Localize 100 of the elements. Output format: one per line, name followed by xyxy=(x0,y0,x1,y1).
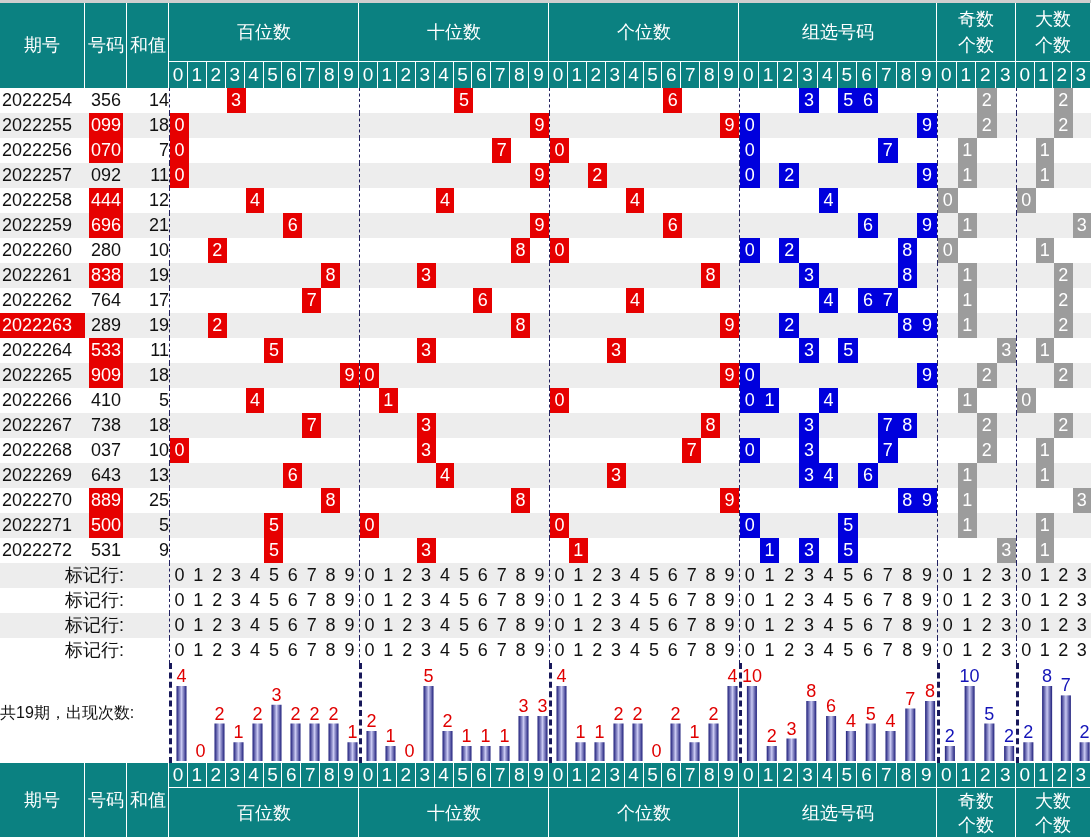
mark-digit: 2 xyxy=(212,589,223,612)
sum-cell-text: 5 xyxy=(158,514,169,537)
mark-digit: 7 xyxy=(496,639,507,662)
digit-marker: 6 xyxy=(858,88,878,113)
bar-value-label: 2 xyxy=(442,711,453,731)
mark-digit: 7 xyxy=(496,564,507,587)
bar-value-label: 1 xyxy=(385,726,396,746)
digit-header: 7 xyxy=(491,763,511,787)
mark-digit: 7 xyxy=(306,639,317,662)
digit-header: 2 xyxy=(396,763,416,787)
digit-marker: 0 xyxy=(938,238,958,263)
bar-value-label: 4 xyxy=(885,711,896,731)
digit-header: 4 xyxy=(624,763,644,787)
sum-cell-text: 11 xyxy=(149,339,169,362)
mark-digit: 8 xyxy=(325,639,336,662)
digit-marker: 0 xyxy=(360,363,379,388)
digit-marker: 1 xyxy=(957,313,977,338)
mark-digit: 9 xyxy=(344,564,355,587)
digit-marker: 5 xyxy=(838,513,859,538)
mark-digit: 5 xyxy=(843,639,854,662)
mark-digit: 8 xyxy=(705,614,716,637)
bar xyxy=(1060,695,1071,761)
digit-marker: 3 xyxy=(799,413,819,438)
mark-digit: 4 xyxy=(630,589,640,612)
mark-digit: 3 xyxy=(421,589,432,612)
mark-digit: 1 xyxy=(193,564,204,587)
bar xyxy=(613,723,624,761)
digit-header: 1 xyxy=(187,763,207,787)
digit-marker: 2 xyxy=(1054,88,1073,113)
bar-value-label: 2 xyxy=(1079,722,1090,743)
digit-marker: 3 xyxy=(799,263,819,288)
mark-digit: 1 xyxy=(573,589,584,612)
digit-marker: 7 xyxy=(877,138,898,163)
mark-digit: 1 xyxy=(1039,614,1050,637)
mark-digit: 7 xyxy=(882,564,893,587)
bar xyxy=(290,723,301,761)
digit-marker: 0 xyxy=(550,138,569,163)
digit-marker: 1 xyxy=(1035,438,1054,463)
digit-header: 3 xyxy=(225,763,245,787)
digit-marker: 2 xyxy=(1054,288,1073,313)
digit-header: 9 xyxy=(919,763,933,787)
bar xyxy=(385,746,396,761)
issue-cell-text: 2022259 xyxy=(1,214,74,237)
mark-digit: 2 xyxy=(981,614,992,637)
mark-digit: 6 xyxy=(287,614,298,637)
mark-digit: 6 xyxy=(287,564,298,587)
digit-marker: 2 xyxy=(779,163,800,188)
number-cell-text: 356 xyxy=(89,89,122,112)
digit-marker: 5 xyxy=(264,538,284,563)
digit-header: 9 xyxy=(722,62,735,87)
bar xyxy=(708,723,719,761)
digit-header: 0 xyxy=(549,763,568,787)
digit-marker: 0 xyxy=(170,138,189,163)
bar xyxy=(806,701,817,761)
mark-digit: 1 xyxy=(962,639,973,662)
digit-marker: 8 xyxy=(701,413,720,438)
bar xyxy=(366,731,377,761)
mark-digit: 3 xyxy=(803,589,814,612)
mark-digit: 5 xyxy=(458,589,469,612)
mark-digit: 0 xyxy=(744,589,755,612)
digit-marker: 2 xyxy=(1054,263,1073,288)
mark-digit: 2 xyxy=(981,639,992,662)
digit-marker: 9 xyxy=(917,488,937,513)
mark-digit: 5 xyxy=(843,589,854,612)
mark-digit: 3 xyxy=(611,639,622,662)
mark-digit: 8 xyxy=(705,589,716,612)
digit-marker: 1 xyxy=(378,388,398,413)
mark-digit: 1 xyxy=(383,564,394,587)
digit-marker: 3 xyxy=(606,338,626,363)
digit-header: 3 xyxy=(798,763,818,787)
mark-digit: 8 xyxy=(515,614,526,637)
mark-digit: 5 xyxy=(268,639,279,662)
digit-header: 0 xyxy=(169,763,188,787)
mark-digit: 2 xyxy=(1058,589,1069,612)
bar-value-label: 7 xyxy=(1060,675,1071,696)
number-cell-text: 092 xyxy=(89,164,122,187)
mark-digit: 6 xyxy=(862,589,873,612)
mark-digit: 6 xyxy=(287,639,298,662)
bar-value-label: 5 xyxy=(423,666,434,686)
bar-value-label: 1 xyxy=(461,726,472,746)
digit-header: 8 xyxy=(510,763,530,787)
digit-marker: 1 xyxy=(957,488,977,513)
mark-digit: 0 xyxy=(942,639,953,662)
mark-digit: 7 xyxy=(306,589,317,612)
mark-digit: 2 xyxy=(592,564,603,587)
digit-marker: 5 xyxy=(454,88,474,113)
mark-digit: 2 xyxy=(592,589,603,612)
bar xyxy=(575,742,586,761)
mark-digit: 0 xyxy=(174,564,185,587)
mark-digit: 1 xyxy=(383,589,394,612)
digit-marker: 0 xyxy=(550,513,569,538)
mark-digit: 1 xyxy=(962,589,973,612)
mark-digit: 6 xyxy=(287,589,298,612)
mark-digit: 6 xyxy=(667,589,678,612)
bar-value-label: 2 xyxy=(1023,722,1034,743)
number-cell: 500 xyxy=(88,513,123,538)
section-header: 个位数 xyxy=(549,3,738,62)
bar-value-label: 2 xyxy=(613,703,624,724)
mark-digit: 5 xyxy=(268,589,279,612)
bar-value-label: 4 xyxy=(556,666,567,686)
